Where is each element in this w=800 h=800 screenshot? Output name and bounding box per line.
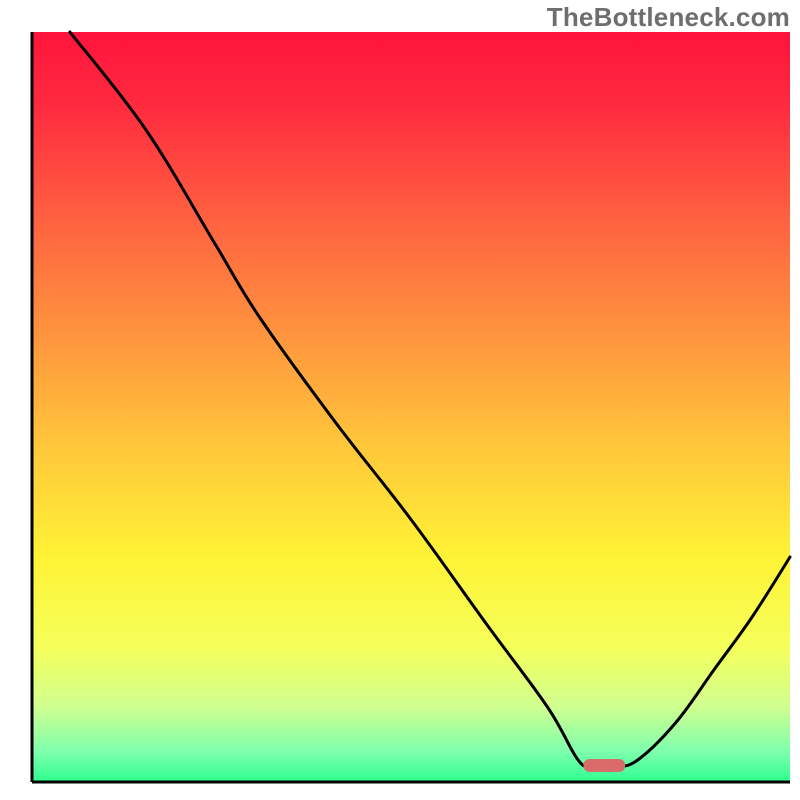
optimal-range-marker — [583, 759, 625, 772]
plot-background — [32, 32, 790, 782]
bottleneck-chart — [0, 0, 800, 800]
watermark-label: TheBottleneck.com — [547, 2, 790, 33]
chart-container: TheBottleneck.com — [0, 0, 800, 800]
